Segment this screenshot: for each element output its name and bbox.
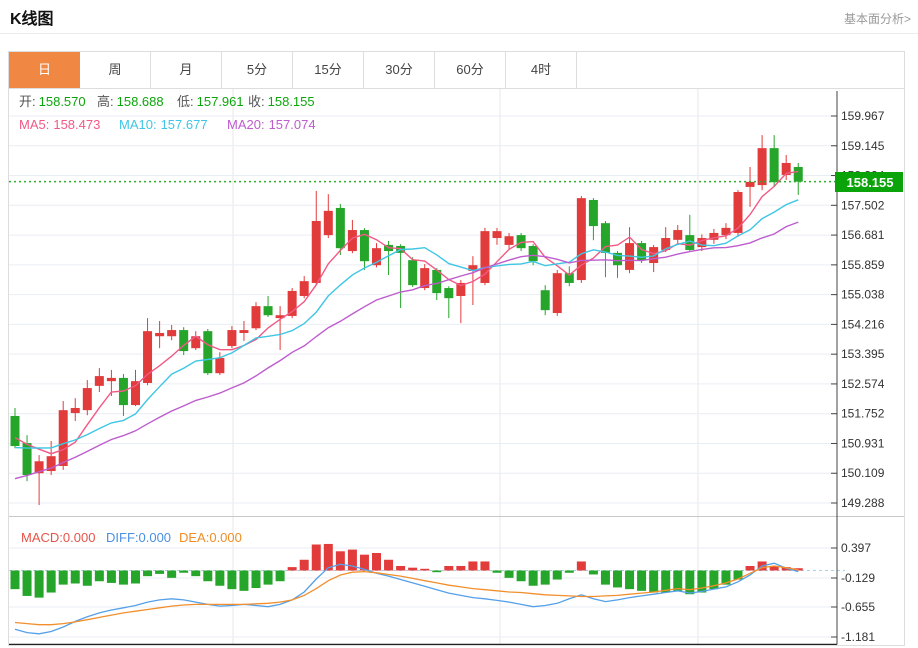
- svg-text:159.967: 159.967: [841, 109, 885, 123]
- tab-周[interactable]: 周: [80, 52, 151, 88]
- svg-text:155.038: 155.038: [841, 288, 885, 302]
- tab-60分[interactable]: 60分: [435, 52, 506, 88]
- tab-5分[interactable]: 5分: [222, 52, 293, 88]
- tab-月[interactable]: 月: [151, 52, 222, 88]
- kline-widget: 日周月5分15分30分60分4时 159.967159.145158.32415…: [8, 51, 905, 646]
- tab-4时[interactable]: 4时: [506, 52, 577, 88]
- svg-text:-0.655: -0.655: [841, 600, 875, 614]
- svg-text:MA10:157.677: MA10:157.677: [119, 117, 208, 132]
- candlestick-series: [11, 135, 803, 505]
- svg-text:MA20:157.074: MA20:157.074: [227, 117, 316, 132]
- svg-text:155.859: 155.859: [841, 258, 885, 272]
- price-label-text: 158.155: [847, 175, 894, 190]
- svg-text:低:157.961: 低:157.961: [177, 94, 244, 109]
- svg-text:0.397: 0.397: [841, 541, 871, 555]
- ma-legend: MA5:158.473 MA10:157.677 MA20:157.074: [19, 117, 316, 132]
- macd-pane: [11, 544, 803, 634]
- svg-text:-0.129: -0.129: [841, 571, 875, 585]
- ohlc-legend: 开:158.570 高:158.688 低:157.961 收:158.155: [19, 94, 315, 109]
- tab-15分[interactable]: 15分: [293, 52, 364, 88]
- dea-value: DEA:0.000: [179, 530, 242, 545]
- svg-text:149.288: 149.288: [841, 496, 885, 510]
- tab-30分[interactable]: 30分: [364, 52, 435, 88]
- macd-legend: MACD:0.000 DIFF:0.000 DEA:0.000: [21, 530, 242, 545]
- svg-text:157.502: 157.502: [841, 198, 885, 212]
- svg-text:154.216: 154.216: [841, 317, 885, 331]
- svg-text:150.109: 150.109: [841, 466, 885, 480]
- header-divider: [0, 33, 918, 34]
- diff-value: DIFF:0.000: [106, 530, 171, 545]
- tab-日[interactable]: 日: [9, 52, 80, 88]
- svg-text:156.681: 156.681: [841, 228, 885, 242]
- fundamental-analysis-link[interactable]: 基本面分析>: [844, 10, 911, 27]
- svg-text:MA5:158.473: MA5:158.473: [19, 117, 100, 132]
- current-price-label: 158.155: [835, 172, 903, 192]
- svg-text:151.752: 151.752: [841, 407, 885, 421]
- macd-value: MACD:0.000: [21, 530, 95, 545]
- svg-text:153.395: 153.395: [841, 347, 885, 361]
- moving-average-lines: [15, 171, 798, 478]
- page-title: K线图: [10, 5, 54, 29]
- svg-text:159.145: 159.145: [841, 139, 885, 153]
- svg-text:开:158.570: 开:158.570: [19, 94, 86, 109]
- svg-text:收:158.155: 收:158.155: [248, 94, 315, 109]
- svg-text:150.931: 150.931: [841, 436, 885, 450]
- period-tab-bar: 日周月5分15分30分60分4时: [9, 52, 904, 89]
- kline-chart: 159.967159.145158.324157.502156.681155.8…: [9, 89, 904, 645]
- svg-text:-1.181: -1.181: [841, 630, 875, 644]
- svg-text:高:158.688: 高:158.688: [97, 94, 164, 109]
- svg-text:152.574: 152.574: [841, 377, 885, 391]
